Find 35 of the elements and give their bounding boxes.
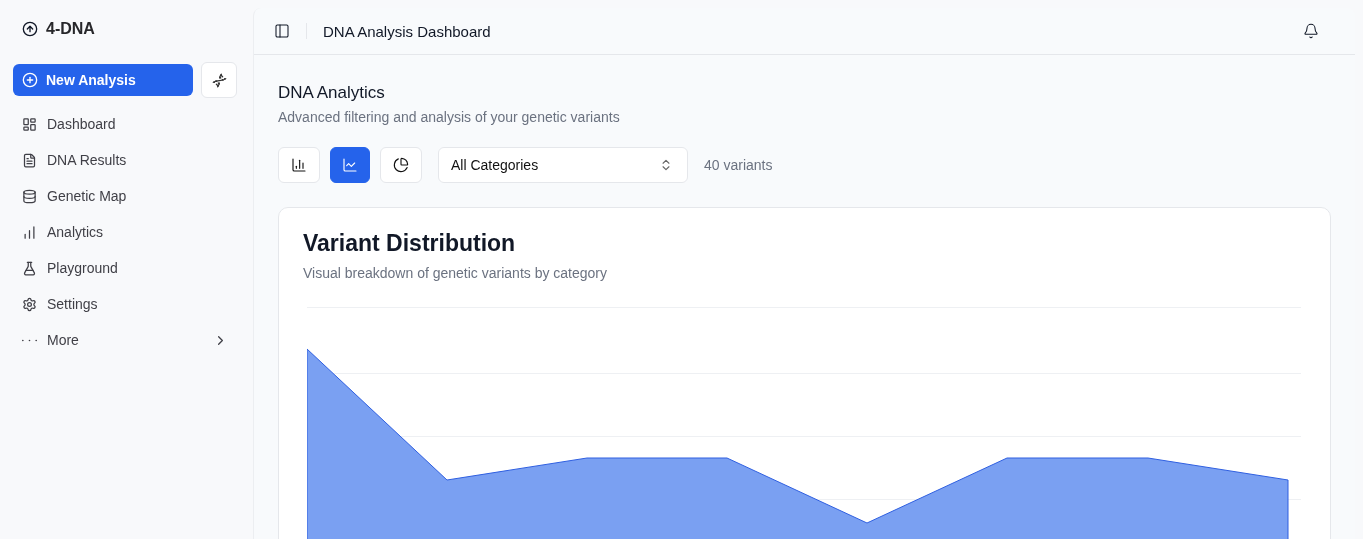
category-select[interactable]: All Categories bbox=[438, 147, 688, 183]
document-icon bbox=[22, 152, 37, 168]
sidebar-item[interactable]: Settings bbox=[13, 286, 237, 322]
bar-chart-button[interactable] bbox=[278, 147, 320, 183]
card-title: Variant Distribution bbox=[303, 230, 517, 257]
pie-chart-button[interactable] bbox=[380, 147, 422, 183]
new-analysis-button[interactable]: New Analysis bbox=[13, 64, 193, 96]
flask-icon bbox=[22, 260, 37, 276]
page-subtitle: Advanced filtering and analysis of your genetic variants bbox=[278, 109, 621, 125]
card-subtitle: Visual breakdown of genetic variants by category bbox=[303, 265, 609, 281]
brand-name: 4-DNA bbox=[46, 20, 95, 38]
bar-chart-icon bbox=[291, 157, 307, 173]
logo-icon bbox=[22, 21, 38, 37]
sidebar-item[interactable]: Analytics bbox=[13, 214, 237, 250]
variant-count: 40 variants bbox=[704, 157, 773, 173]
line-chart-button[interactable] bbox=[330, 147, 370, 183]
sidebar-item[interactable]: Genetic Map bbox=[13, 178, 237, 214]
settings-icon bbox=[22, 296, 37, 312]
more-icon bbox=[22, 338, 37, 342]
sidebar-item[interactable]: Dashboard bbox=[13, 106, 237, 142]
dna-icon bbox=[211, 72, 227, 88]
sidebar-toggle-icon[interactable] bbox=[274, 23, 290, 39]
bar-chart-icon bbox=[22, 224, 37, 240]
page-title: DNA Analytics bbox=[278, 83, 386, 103]
dna-button[interactable] bbox=[201, 62, 237, 98]
sidebar-item[interactable]: DNA Results bbox=[13, 142, 237, 178]
sidebar-item[interactable]: More bbox=[13, 322, 237, 358]
header-title: DNA Analysis Dashboard bbox=[323, 22, 492, 40]
line-chart-icon bbox=[342, 157, 358, 173]
sidebar-item[interactable]: Playground bbox=[13, 250, 237, 286]
notifications-icon[interactable] bbox=[1303, 23, 1319, 39]
dashboard-icon bbox=[22, 116, 37, 132]
database-icon bbox=[22, 188, 37, 204]
pie-chart-icon bbox=[393, 157, 409, 173]
plus-circle-icon bbox=[22, 72, 38, 88]
